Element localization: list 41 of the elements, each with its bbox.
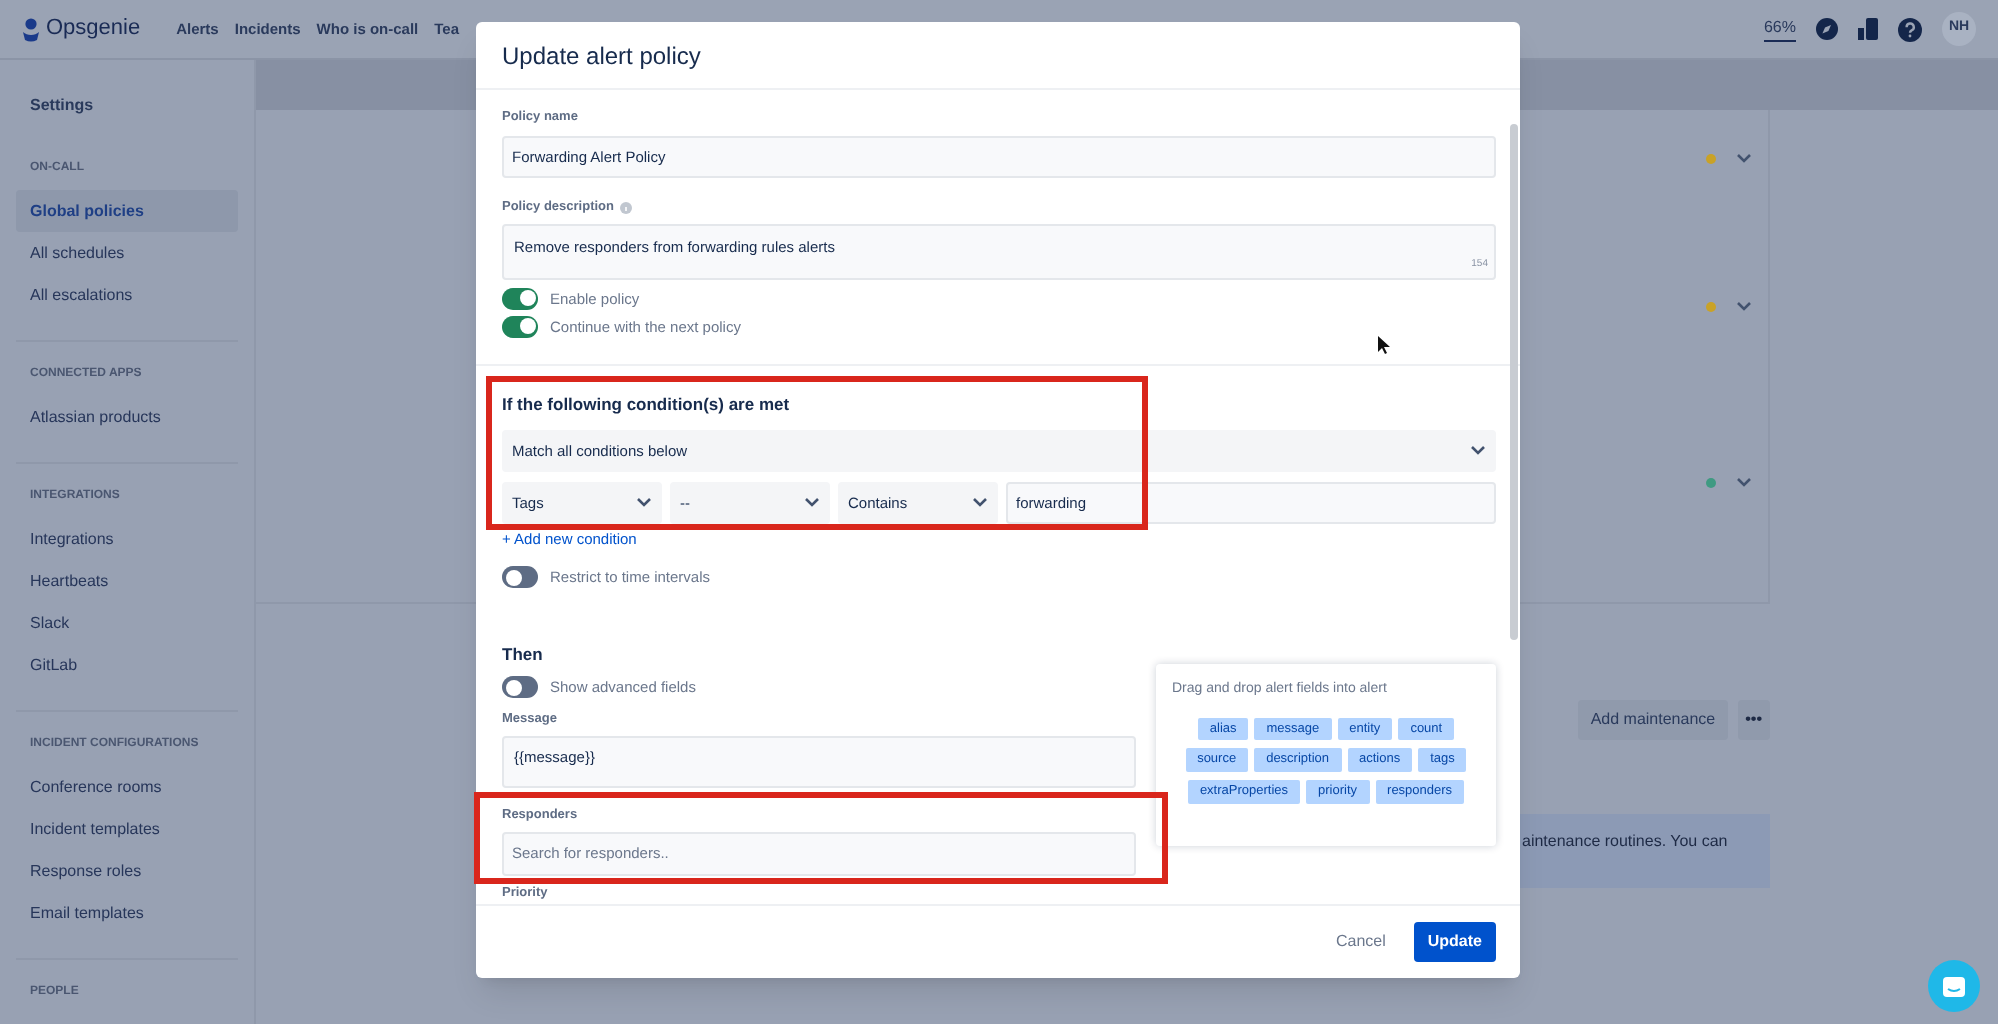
sidebar-item[interactable]: Global policies [16,190,238,232]
sidebar-item[interactable]: Heartbeats [16,560,238,602]
sidebar-title: Settings [28,94,96,118]
sidebar-item[interactable]: Slack [16,602,238,644]
help-icon[interactable] [1898,17,1922,41]
add-maintenance-button[interactable]: Add maintenance [1578,700,1728,740]
chevron-down-icon [1736,152,1752,164]
logo-text: Opsgenie [46,14,141,45]
sidebar-item[interactable]: Conference rooms [16,766,238,808]
sidebar-item[interactable]: Atlassian products [16,396,238,438]
chevron-down-icon [972,496,988,509]
toggle-switch[interactable] [502,287,538,310]
mouse-cursor-icon [1378,336,1390,354]
chevron-down-icon [636,496,652,509]
compass-icon[interactable] [1816,18,1838,40]
chat-icon [1942,975,1966,997]
sidebar-item[interactable]: Email templates [16,892,238,934]
sidebar-item[interactable]: GitLab [16,644,238,686]
zoom-level[interactable]: 66% [1763,16,1796,42]
chevron-down-icon [1736,476,1752,488]
chevron-down-icon [1736,300,1752,312]
sidebar-item[interactable]: Integrations [16,518,238,560]
sidebar-item[interactable]: All schedules [16,232,238,274]
sidebar-item[interactable]: All escalations [16,274,238,316]
sidebar-item[interactable]: Response roles [16,850,238,892]
toggle-switch[interactable] [502,315,538,338]
chat-button[interactable] [1928,960,1980,1012]
info-icon [620,201,632,214]
section-heading: If the following condition(s) are met [502,392,792,418]
chevron-down-icon [1470,444,1486,457]
chevron-down-icon [804,496,820,509]
dialog-title: Update alert policy [502,39,701,73]
toggle-switch[interactable] [502,566,538,589]
toggle-switch[interactable] [502,676,538,699]
update-button[interactable]: Update [1413,922,1496,962]
more-button[interactable]: ••• [1737,700,1770,740]
logo-icon [22,17,40,41]
app-switcher-icon[interactable] [1858,18,1878,40]
sidebar-item[interactable]: Incident templates [16,808,238,850]
cancel-button[interactable]: Cancel [1327,930,1394,954]
section-heading: Then [502,642,545,668]
